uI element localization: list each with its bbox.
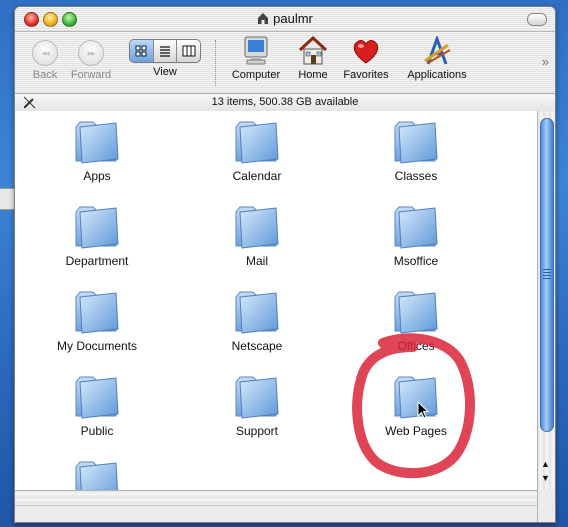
red-circle-annotation: [352, 333, 476, 479]
favorites-label: Favorites: [343, 69, 389, 81]
computer-button[interactable]: Computer: [227, 36, 285, 81]
desktop-edge: [0, 188, 14, 210]
view-label: View: [153, 66, 177, 78]
toolbar: ◂◂ Back ▸▸ Forward View Computer Home Fa…: [15, 32, 555, 92]
forward-arrow-icon: ▸▸: [78, 40, 104, 66]
applications-icon: [420, 34, 454, 66]
list-view-icon: [160, 46, 170, 57]
scroll-down-arrow-icon[interactable]: ▼: [541, 473, 550, 483]
view-control: View: [127, 36, 203, 78]
back-arrow-icon: ◂◂: [32, 40, 58, 66]
view-icon-button[interactable]: [130, 40, 154, 62]
view-segmented-control: [129, 39, 201, 63]
window-bottom-bar: [15, 505, 537, 522]
resize-corner[interactable]: [537, 490, 555, 522]
mouse-cursor-icon: [417, 401, 430, 419]
status-bar: 13 items, 500.38 GB available: [15, 93, 555, 112]
thumb-grip: [543, 269, 551, 279]
toolbar-separator: [215, 40, 216, 86]
computer-icon: [239, 36, 273, 66]
back-label: Back: [32, 69, 58, 81]
applications-button[interactable]: Applications: [401, 34, 473, 81]
view-list-button[interactable]: [154, 40, 178, 62]
home-button[interactable]: Home: [293, 35, 333, 81]
favorites-button[interactable]: Favorites: [339, 36, 393, 81]
window-title-container: paulmr: [15, 11, 555, 26]
applications-label: Applications: [407, 69, 467, 81]
horizontal-scrollbar[interactable]: [15, 490, 537, 505]
column-view-icon: [182, 45, 196, 57]
home-folder-icon: [257, 12, 269, 25]
home-icon: [296, 35, 330, 66]
home-label: Home: [298, 69, 328, 81]
toolbar-toggle-button[interactable]: [527, 13, 547, 26]
back-button[interactable]: ◂◂ Back: [27, 36, 63, 81]
vertical-scroll-thumb[interactable]: [540, 118, 554, 432]
computer-label: Computer: [231, 69, 281, 81]
forward-label: Forward: [70, 69, 112, 81]
icon-view-icon: [135, 45, 147, 57]
forward-button[interactable]: ▸▸ Forward: [67, 36, 115, 81]
window-title: paulmr: [273, 11, 313, 26]
finder-window: paulmr ◂◂ Back ▸▸ Forward View Computer …: [14, 6, 556, 523]
vertical-scrollbar[interactable]: ▲ ▼: [537, 111, 555, 490]
view-column-button[interactable]: [177, 40, 200, 62]
scroll-up-arrow-icon[interactable]: ▲: [541, 459, 550, 469]
heart-icon: [349, 36, 383, 66]
folder-content-area: Apps Calendar Classes Department Mail Ms…: [15, 111, 537, 490]
status-text: 13 items, 500.38 GB available: [211, 96, 359, 108]
pencil-disabled-icon: [23, 96, 36, 109]
toolbar-overflow-icon[interactable]: »: [542, 54, 549, 69]
title-bar[interactable]: paulmr: [15, 7, 555, 32]
